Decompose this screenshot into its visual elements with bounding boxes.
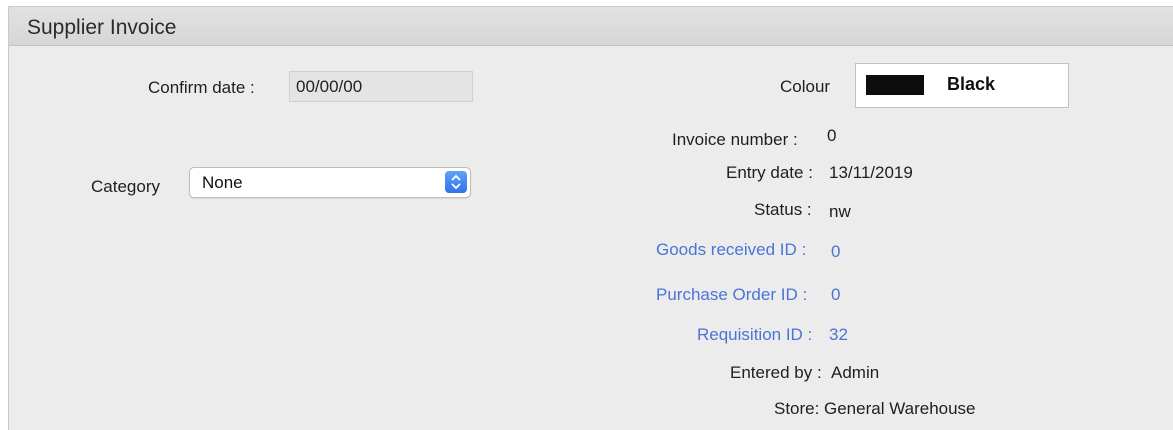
- entered-by-label: Entered by :: [730, 363, 822, 382]
- store-value: General Warehouse: [824, 399, 976, 418]
- entered-by-value: Admin: [831, 363, 880, 382]
- goods-received-id-value[interactable]: 0: [831, 242, 840, 262]
- invoice-number-value: 0: [827, 126, 837, 145]
- chevron-up-down-icon[interactable]: [445, 171, 467, 193]
- colour-picker[interactable]: Black: [855, 63, 1069, 108]
- confirm-date-label: Confirm date :: [148, 78, 255, 97]
- category-label: Category: [91, 177, 160, 196]
- requisition-id-link[interactable]: Requisition ID :: [697, 325, 812, 345]
- goods-received-id-link[interactable]: Goods received ID :: [656, 240, 806, 260]
- entry-date-label: Entry date :: [726, 163, 813, 182]
- purchase-order-id-value[interactable]: 0: [831, 285, 840, 305]
- category-select[interactable]: None: [189, 167, 471, 198]
- store-label: Store:: [774, 399, 820, 418]
- confirm-date-field[interactable]: 00/00/00: [289, 71, 473, 102]
- invoice-number-label: Invoice number :: [672, 130, 798, 149]
- purchase-order-id-link[interactable]: Purchase Order ID :: [656, 285, 807, 305]
- colour-name: Black: [947, 74, 996, 94]
- status-label: Status :: [754, 200, 812, 219]
- category-select-value: None: [202, 173, 243, 192]
- status-value: nw: [829, 202, 851, 221]
- colour-label: Colour: [780, 77, 831, 96]
- requisition-id-value[interactable]: 32: [829, 325, 848, 345]
- panel-header: Supplier Invoice: [9, 7, 1173, 46]
- supplier-invoice-panel: Supplier Invoice Confirm date : 00/00/00…: [8, 6, 1173, 430]
- panel-title: Supplier Invoice: [27, 16, 177, 39]
- entry-date-value: 13/11/2019: [829, 163, 913, 182]
- confirm-date-value: 00/00/00: [296, 77, 363, 96]
- colour-swatch: [866, 75, 924, 95]
